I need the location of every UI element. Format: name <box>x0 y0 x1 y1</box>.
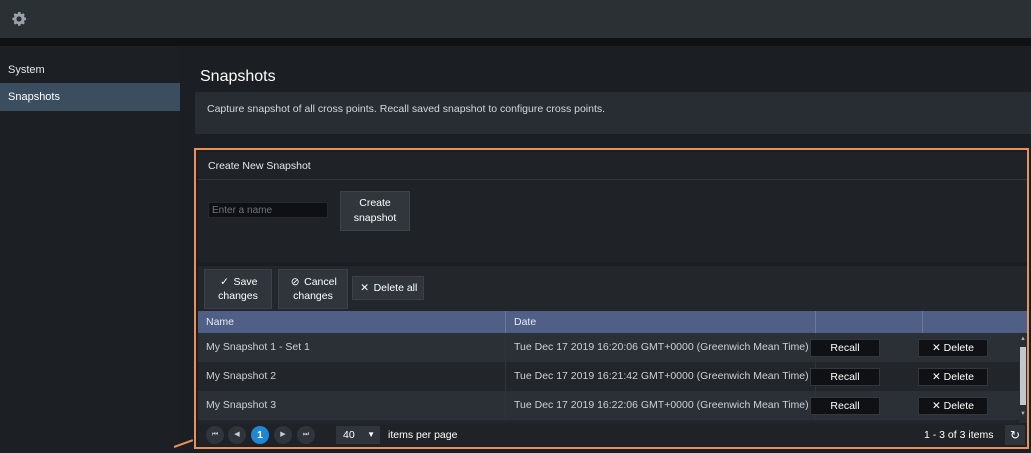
close-icon: ✕ <box>931 400 944 412</box>
save-label-line1: Save <box>233 276 258 288</box>
delete-row-label: Delete <box>943 342 975 354</box>
page-title: Snapshots <box>200 68 276 85</box>
sidebar-item-snapshots[interactable]: Snapshots <box>0 83 180 111</box>
recall-button[interactable]: Recall <box>810 397 880 415</box>
grid-pager: ⏮ ◀ 1 ▶ ⏭ 40 ▼ items per page 1 - 3 of 3… <box>198 423 1027 446</box>
page-size-label: items per page <box>388 429 458 441</box>
refresh-icon[interactable]: ↻ <box>1005 425 1025 445</box>
delete-row-button[interactable]: ✕ Delete <box>918 397 988 415</box>
sidebar: System Snapshots <box>0 46 180 453</box>
delete-all-label: Delete all <box>373 282 418 294</box>
table-row[interactable]: My Snapshot 2 Tue Dec 17 2019 16:21:42 G… <box>198 362 1019 391</box>
column-header-recall <box>816 311 923 333</box>
grid-scrollbar[interactable]: ▲ ▼ <box>1019 333 1027 423</box>
item-range-label: 1 - 3 of 3 items <box>924 429 994 441</box>
cancel-changes-button[interactable]: ⊘ Cancel changes <box>278 269 348 309</box>
previous-page-icon[interactable]: ◀ <box>228 426 246 444</box>
sidebar-item-system[interactable]: System <box>0 56 180 84</box>
snapshot-date-cell: Tue Dec 17 2019 16:21:42 GMT+0000 (Green… <box>506 362 816 391</box>
create-snapshot-label-line2: snapshot <box>353 212 397 224</box>
recall-button[interactable]: Recall <box>810 368 880 386</box>
delete-row-button[interactable]: ✕ Delete <box>918 368 988 386</box>
delete-row-button[interactable]: ✕ Delete <box>918 339 988 357</box>
delete-row-label: Delete <box>943 371 975 383</box>
current-page-button[interactable]: 1 <box>251 426 269 444</box>
table-row[interactable]: My Snapshot 1 - Set 1 Tue Dec 17 2019 16… <box>198 333 1019 362</box>
scroll-up-icon[interactable]: ▲ <box>1019 335 1027 344</box>
delete-all-button[interactable]: ✕ Delete all <box>352 276 424 300</box>
grid-toolbar: ✓ Save changes ⊘ Cancel changes ✕ Delete… <box>198 266 1027 311</box>
save-changes-button[interactable]: ✓ Save changes <box>204 269 272 309</box>
snapshot-name-input[interactable] <box>208 202 328 218</box>
snapshot-name-cell: My Snapshot 2 <box>198 362 506 391</box>
top-bar <box>0 0 1031 38</box>
last-page-icon[interactable]: ⏭ <box>297 426 315 444</box>
column-header-delete <box>923 311 1027 333</box>
table-row[interactable]: My Snapshot 3 Tue Dec 17 2019 16:22:06 G… <box>198 391 1019 420</box>
save-label-line2: changes <box>218 290 258 302</box>
cancel-label-line2: changes <box>293 290 333 302</box>
cancel-icon: ⊘ <box>290 276 300 288</box>
snapshot-grid: Name Date My Snapshot 1 - Set 1 Tue Dec … <box>198 311 1027 423</box>
create-snapshot-panel: Create New Snapshot Create snapshot <box>198 152 1027 262</box>
page-description: Capture snapshot of all cross points. Re… <box>195 92 1031 134</box>
check-icon: ✓ <box>220 276 229 288</box>
grid-header: Name Date <box>198 311 1027 333</box>
header-divider <box>0 38 1031 46</box>
snapshot-date-cell: Tue Dec 17 2019 16:22:06 GMT+0000 (Green… <box>506 391 816 420</box>
recall-button[interactable]: Recall <box>810 339 880 357</box>
page-size-select[interactable]: 40 ▼ <box>336 426 380 444</box>
gear-icon[interactable] <box>10 10 28 28</box>
delete-row-label: Delete <box>943 400 975 412</box>
column-header-date[interactable]: Date <box>506 311 816 333</box>
scroll-down-icon[interactable]: ▼ <box>1019 410 1027 419</box>
cancel-label-line1: Cancel <box>304 276 337 288</box>
chevron-down-icon: ▼ <box>367 430 375 439</box>
column-header-name[interactable]: Name <box>198 311 506 333</box>
next-page-icon[interactable]: ▶ <box>274 426 292 444</box>
first-page-icon[interactable]: ⏮ <box>206 426 224 444</box>
create-snapshot-label-line1: Create <box>359 197 391 209</box>
page-size-value: 40 <box>343 429 355 441</box>
snapshot-name-cell: My Snapshot 3 <box>198 391 506 420</box>
create-snapshot-heading: Create New Snapshot <box>198 152 1027 180</box>
close-icon: ✕ <box>931 342 944 354</box>
snapshot-date-cell: Tue Dec 17 2019 16:20:06 GMT+0000 (Green… <box>506 333 816 362</box>
snapshot-name-cell: My Snapshot 1 - Set 1 <box>198 333 506 362</box>
create-snapshot-button[interactable]: Create snapshot <box>340 191 410 231</box>
close-icon: ✕ <box>931 371 944 383</box>
close-icon: ✕ <box>360 282 370 294</box>
scrollbar-thumb[interactable] <box>1020 347 1026 405</box>
